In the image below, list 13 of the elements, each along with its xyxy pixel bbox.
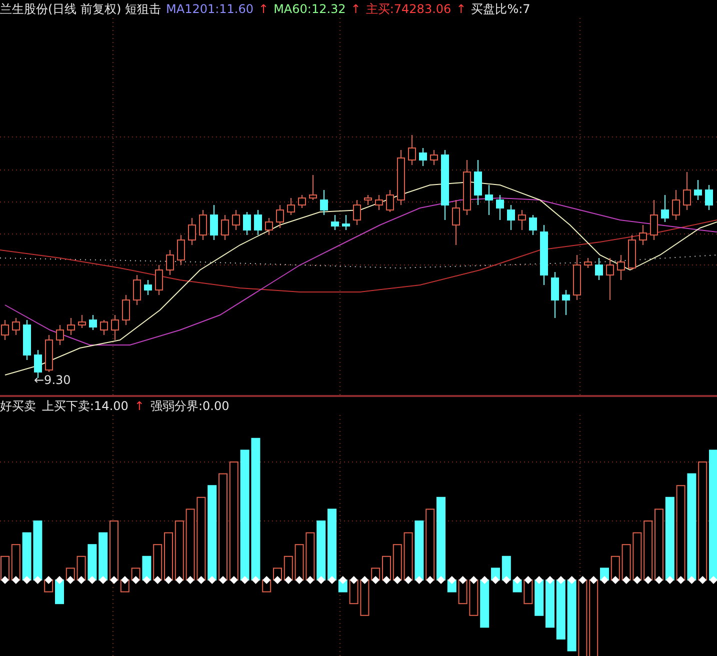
legend-text: 主买:74283.06 xyxy=(366,0,452,18)
legend-text: ↑ xyxy=(258,2,269,16)
legend-text: 强弱分界:0.00 xyxy=(150,398,230,414)
legend-text: ↑ xyxy=(350,2,361,16)
legend-text: ↑ xyxy=(456,2,466,16)
legend-text: MA1201:11.60 xyxy=(166,2,254,16)
legend-text: 买盘比%:7 xyxy=(471,0,530,18)
legend-text: 好买卖 xyxy=(0,398,36,414)
price-label: ←9.30 xyxy=(34,373,71,387)
legend-text: 兰生股份(日线 前复权) 短狙击 xyxy=(0,0,161,18)
legend-text: MA60:12.32 xyxy=(274,2,346,16)
legend-text: ↑ xyxy=(134,399,144,413)
legend-text: 上买下卖:14.00 xyxy=(42,398,128,414)
